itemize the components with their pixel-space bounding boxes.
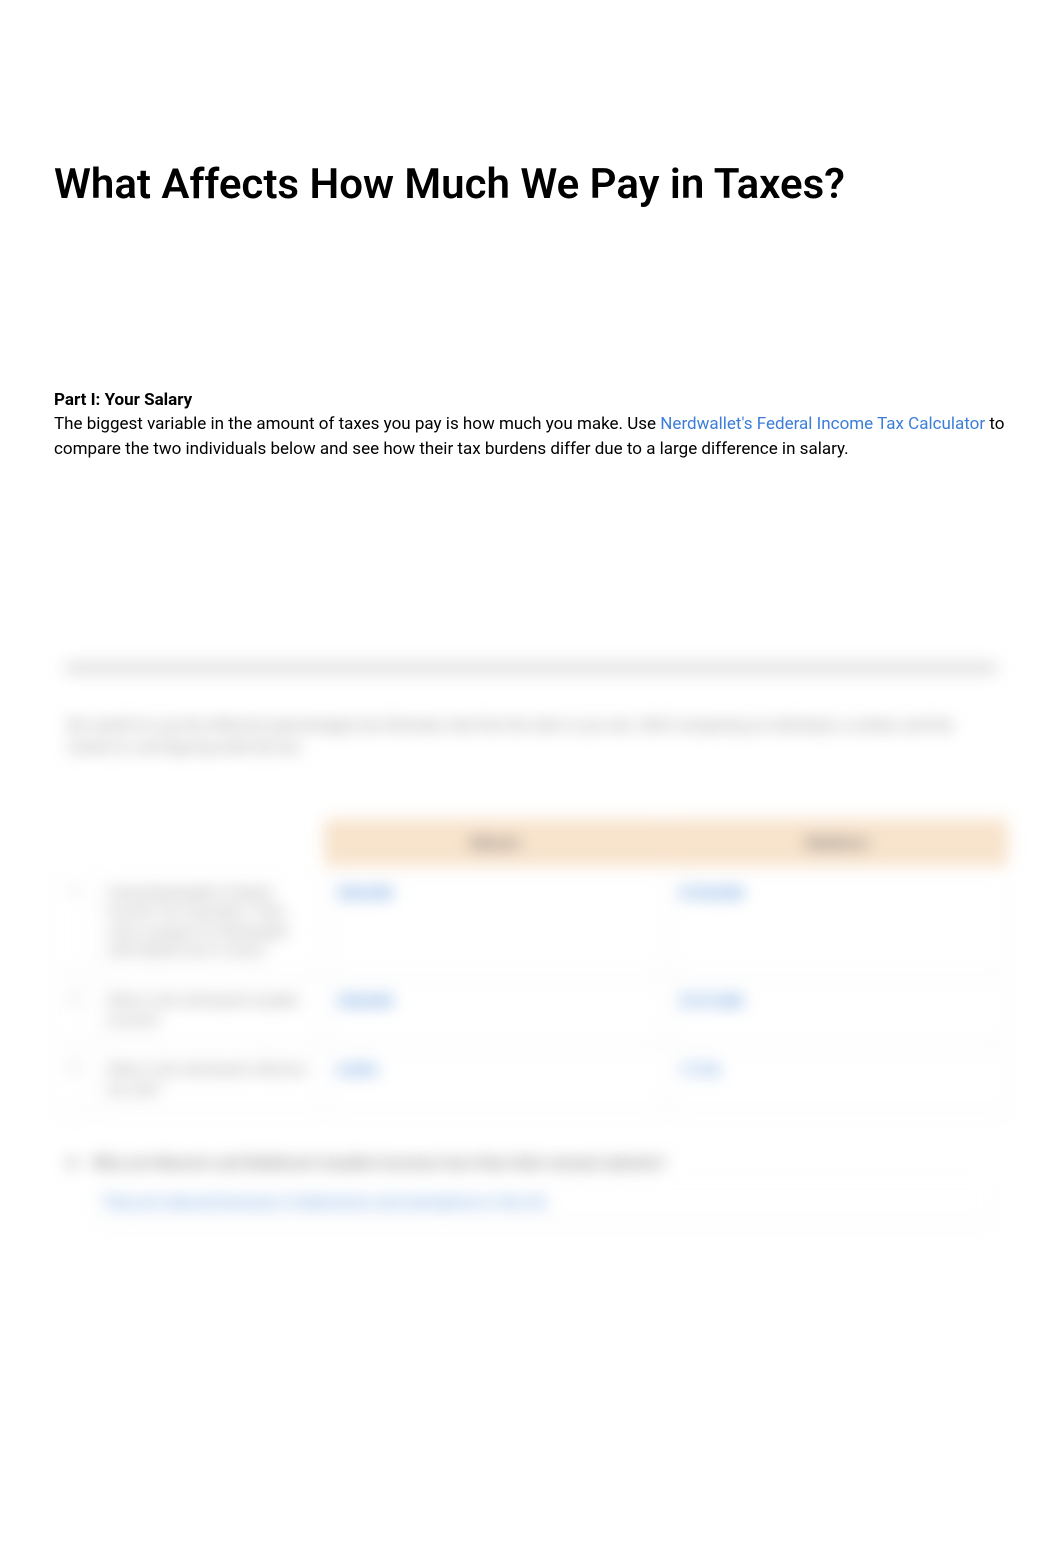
table-header-madison: Madison	[666, 819, 1008, 866]
table-row: 1 Using Nerdwallet's Federal Income Tax …	[54, 872, 1008, 974]
part-1-heading: Part I: Your Salary	[54, 390, 1008, 410]
nerdwallet-link[interactable]: Nerdwallet's Federal Income Tax Calculat…	[660, 414, 985, 434]
blurred-divider	[64, 662, 998, 674]
table-header-mason: Mason	[324, 819, 666, 866]
row-label: Using Nerdwallet's Federal Income Tax Ca…	[98, 872, 324, 974]
row-number: 3	[54, 1049, 94, 1112]
row-label: What is the individual's taxable income?	[98, 980, 324, 1043]
table-header-empty	[54, 819, 324, 866]
blurred-content: Be careful to use the effective (percent…	[54, 662, 1008, 1221]
table-row: 2 What is the individual's taxable incom…	[54, 980, 1008, 1043]
intro-text-before: The biggest variable in the amount of ta…	[54, 414, 660, 434]
row-label: What is the individual's effective tax r…	[98, 1049, 324, 1112]
bullet-icon	[68, 1159, 76, 1167]
part-1-intro: The biggest variable in the amount of ta…	[54, 412, 1008, 461]
row-number: 2	[54, 980, 94, 1043]
question-text: Why are Mason's and Madison's taxable in…	[92, 1152, 666, 1174]
answer-box: They are reduced because of deductions a…	[92, 1183, 994, 1221]
comparison-table: Mason Madison 1 Using Nerdwallet's Feder…	[54, 819, 1008, 1113]
question-bullet: Why are Mason's and Madison's taxable in…	[68, 1152, 994, 1174]
row-value-madison: $137,000	[670, 980, 1008, 1043]
row-value-mason: $38,000	[328, 980, 666, 1043]
row-value-mason: 8.00%	[328, 1049, 666, 1112]
part-1-section: Part I: Your Salary The biggest variable…	[54, 390, 1008, 461]
page-title: What Affects How Much We Pay in Taxes?	[54, 160, 1008, 210]
table-header-row: Mason Madison	[54, 819, 1008, 866]
row-number: 1	[54, 872, 94, 974]
row-value-madison: 17.5%	[670, 1049, 1008, 1112]
question-section: Why are Mason's and Madison's taxable in…	[54, 1152, 1008, 1220]
row-value-madison: $150,000	[670, 872, 1008, 974]
blurred-paragraph: Be careful to use the effective (percent…	[54, 714, 1008, 759]
table-row: 3 What is the individual's effective tax…	[54, 1049, 1008, 1112]
row-value-mason: $50,000	[328, 872, 666, 974]
